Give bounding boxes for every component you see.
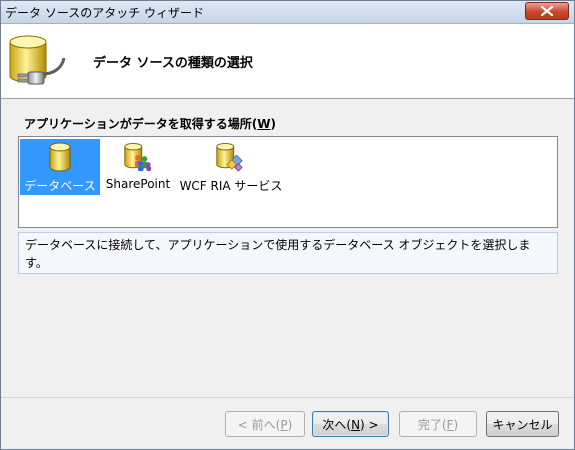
page-title: データ ソースの種類の選択 [93, 56, 253, 71]
list-item-database[interactable]: データベース [20, 139, 100, 195]
close-icon [541, 6, 553, 16]
source-type-list[interactable]: データベース SharePoint WCF RIA サービス [18, 136, 558, 228]
cancel-button[interactable]: キャンセル [486, 411, 559, 437]
wizard-header: データ ソースの種類の選択 [1, 24, 574, 99]
title-bar: データ ソースのアタッチ ウィザード [1, 1, 574, 24]
wcf-ria-service-icon [216, 142, 243, 172]
list-item-sharepoint[interactable]: SharePoint [102, 139, 174, 195]
list-item-label: データベース [24, 179, 96, 193]
close-button[interactable] [525, 2, 569, 20]
list-item-label: WCF RIA サービス [179, 179, 283, 193]
list-item-label: SharePoint [105, 177, 171, 191]
list-item-wcf-ria-service[interactable]: WCF RIA サービス [178, 139, 284, 195]
next-button[interactable]: 次へ(N) > [312, 411, 389, 437]
source-list-label: アプリケーションがデータを取得する場所(W) [24, 117, 276, 131]
database-icon [49, 142, 71, 172]
database-plug-icon [9, 35, 66, 85]
back-button[interactable]: < 前へ(P) [225, 411, 305, 437]
wizard-window: データ ソースのアタッチ ウィザード データ ソースの種類の選択 アプリケーショ… [0, 0, 575, 450]
window-title: データ ソースのアタッチ ウィザード [5, 6, 205, 20]
sharepoint-icon [124, 142, 152, 172]
finish-button[interactable]: 完了(F) [399, 411, 477, 437]
description-panel: データベースに接続して、アプリケーションで使用するデータベース オブジェクトを選… [18, 232, 558, 274]
description-text: データベースに接続して、アプリケーションで使用するデータベース オブジェクトを選… [25, 238, 531, 270]
footer-divider [1, 397, 574, 398]
